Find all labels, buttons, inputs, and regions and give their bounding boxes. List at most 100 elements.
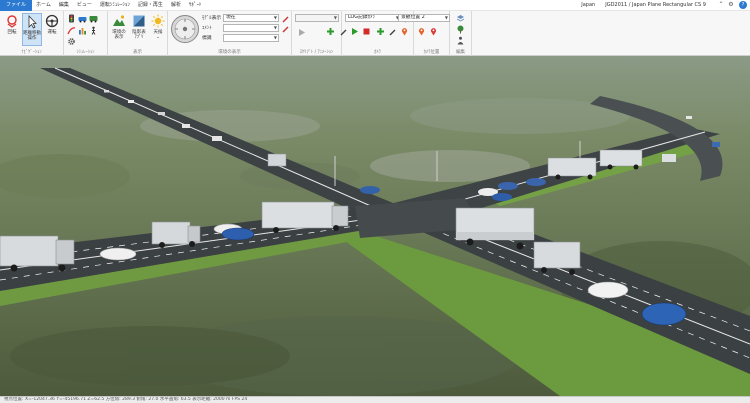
drive-button[interactable]: 運転 [42, 13, 62, 46]
camera-position-value: 景観位置 2 [401, 15, 425, 20]
add-icon[interactable] [376, 27, 385, 36]
3d-scene[interactable] [0, 56, 750, 396]
car-blue-3 [526, 178, 546, 186]
route-icon[interactable] [67, 26, 76, 35]
menu-bar: ファイル ホーム 編集 ビュー 運転ｼﾐｭﾚｰｼｮﾝ 記録・再生 解析 ｻﾎﾟｰ… [0, 0, 750, 11]
group-navigation-label: ﾅﾋﾞｹﾞｰｼｮﾝ [21, 50, 42, 55]
3d-viewport[interactable] [0, 56, 750, 396]
sign-select[interactable]: ▼ [223, 34, 279, 42]
truck-far [662, 154, 676, 162]
car-white-1 [99, 247, 137, 261]
environment-label-2: 表示 [114, 35, 124, 40]
model-display-value: 現在 [226, 15, 236, 20]
car-far-ramp [712, 142, 720, 147]
truck-1 [0, 235, 75, 272]
menu-tab-driving-simulation[interactable]: 運転ｼﾐｭﾚｰｼｮﾝ [96, 0, 134, 11]
menu-tab-view[interactable]: ビュー [73, 0, 96, 11]
pen-icon[interactable] [388, 27, 397, 36]
truck-4 [267, 153, 287, 167]
environment-icon [113, 15, 125, 26]
menu-tab-home[interactable]: ホーム [32, 0, 55, 11]
group-view-label: 表示 [133, 50, 142, 55]
weather-button[interactable]: 天候 ⌄ [148, 13, 168, 46]
layers-icon[interactable] [456, 14, 465, 23]
add-icon[interactable] [326, 27, 335, 36]
truck-2 [151, 221, 201, 248]
pedestrian-icon[interactable] [89, 26, 98, 35]
car-far-4 [128, 100, 134, 103]
menu-tab-support[interactable]: ｻﾎﾟｰﾄ [185, 0, 206, 11]
pencil-icon[interactable] [281, 24, 290, 33]
group-edit-label: 編集 [456, 50, 465, 55]
walk-mode-label-2: 操作 [27, 36, 37, 41]
menu-tab-edit[interactable]: 編集 [55, 0, 73, 11]
group-simulation: ｼﾐｭﾚｰｼｮﾝ [64, 11, 108, 56]
play-icon[interactable] [350, 27, 359, 36]
chevron-down-icon: ▼ [273, 15, 277, 20]
group-edit: 編集 [450, 11, 472, 56]
walk-mode-button[interactable]: 距離移動 操作 [22, 13, 42, 46]
rotate-label: 回転 [7, 30, 17, 35]
camera-value: LOG記録ｶﾒﾗ [348, 15, 375, 20]
chevron-down-icon: ▼ [444, 15, 448, 20]
time-dial-icon[interactable] [170, 14, 200, 44]
menu-tab-analysis[interactable]: 解析 [167, 0, 185, 11]
chevron-down-icon: ▼ [273, 25, 277, 30]
help-icon[interactable]: ? [739, 1, 747, 9]
lighting-button[interactable]: 陰影表 ｱﾌﾟﾘ [129, 13, 149, 46]
comment-label: ｺﾒﾝﾄ [202, 26, 212, 31]
lighting-icon [133, 15, 145, 27]
environment-button[interactable]: 環境の 表示 [109, 13, 129, 46]
model-display-select[interactable]: 現在 ▼ [223, 14, 279, 22]
menu-tab-record-playback[interactable]: 記録・再生 [134, 0, 167, 11]
drive-label: 運転 [47, 30, 57, 35]
chevron-down-icon: ▼ [333, 15, 337, 20]
traffic-flow-icon[interactable] [78, 14, 87, 23]
comment-select[interactable]: ▼ [223, 24, 279, 32]
car-far-1 [212, 136, 222, 141]
application-window: ファイル ホーム 編集 ビュー 運転ｼﾐｭﾚｰｼｮﾝ 記録・再生 解析 ｻﾎﾟｰ… [0, 0, 750, 403]
menu-tab-file[interactable]: ファイル [0, 0, 33, 11]
car-blue-4 [498, 182, 518, 190]
sign-label: 標識 [202, 36, 212, 41]
car-blue-1 [221, 227, 255, 241]
camera-position-select[interactable]: 景観位置 2 ▼ [398, 14, 450, 22]
vehicle-icon[interactable] [89, 14, 98, 23]
camera-select[interactable]: LOG記録ｶﾒﾗ ▼ [345, 14, 401, 22]
car-far-3 [158, 112, 165, 115]
group-view: 環境の 表示 陰影表 ｱﾌﾟﾘ 天候 ⌄ 表示 [108, 11, 168, 56]
steering-wheel-icon [45, 14, 59, 28]
gear-icon[interactable] [67, 37, 76, 46]
pen-icon[interactable] [339, 27, 348, 36]
settings-icon[interactable]: ⚙ [726, 0, 736, 10]
stop-icon[interactable] [362, 27, 371, 36]
group-display-label: 環境の表示 [218, 50, 241, 55]
status-bar: 視点位置: X=-12047.36 Y=-45196.71 Z=62.5 方位角… [0, 396, 750, 403]
group-camera-label: ｶﾒﾗ [374, 50, 381, 55]
car-far-ramp-2 [686, 116, 692, 119]
signal-icon[interactable] [67, 14, 76, 23]
location-pin-icon[interactable] [400, 27, 409, 36]
lighting-label-2: ｱﾌﾟﾘ [134, 35, 144, 40]
minimize-ribbon-icon[interactable]: ⌃ [716, 0, 726, 10]
car-white-4 [587, 281, 629, 299]
person-icon[interactable] [456, 36, 465, 45]
location-pin-edit-icon[interactable] [429, 27, 438, 36]
cursor-icon [28, 15, 37, 29]
car-far-2 [182, 124, 190, 128]
rotate-icon [7, 15, 17, 28]
location-pin-icon[interactable] [417, 27, 426, 36]
play-icon[interactable] [297, 28, 306, 37]
rotate-button[interactable]: 回転 [2, 13, 22, 46]
region-label: Japan [581, 2, 596, 8]
group-navigation: 回転 距離移動 操作 運転 ﾅﾋﾞｹﾞｰｼｮﾝ [0, 11, 64, 56]
tree-icon[interactable] [456, 25, 465, 34]
group-simulation-label: ｼﾐｭﾚｰｼｮﾝ [76, 50, 95, 55]
status-text: 視点位置: X=-12047.36 Y=-45196.71 Z=62.5 方位角… [4, 397, 248, 402]
bar-chart-icon[interactable] [78, 26, 87, 35]
script-select[interactable]: ▼ [295, 14, 339, 22]
car-blue-6 [641, 302, 687, 326]
car-far-5 [104, 90, 109, 93]
crs-label: JGD2011 / Japan Plane Rectangular CS 9 [605, 2, 706, 8]
pencil-icon[interactable] [281, 14, 290, 23]
